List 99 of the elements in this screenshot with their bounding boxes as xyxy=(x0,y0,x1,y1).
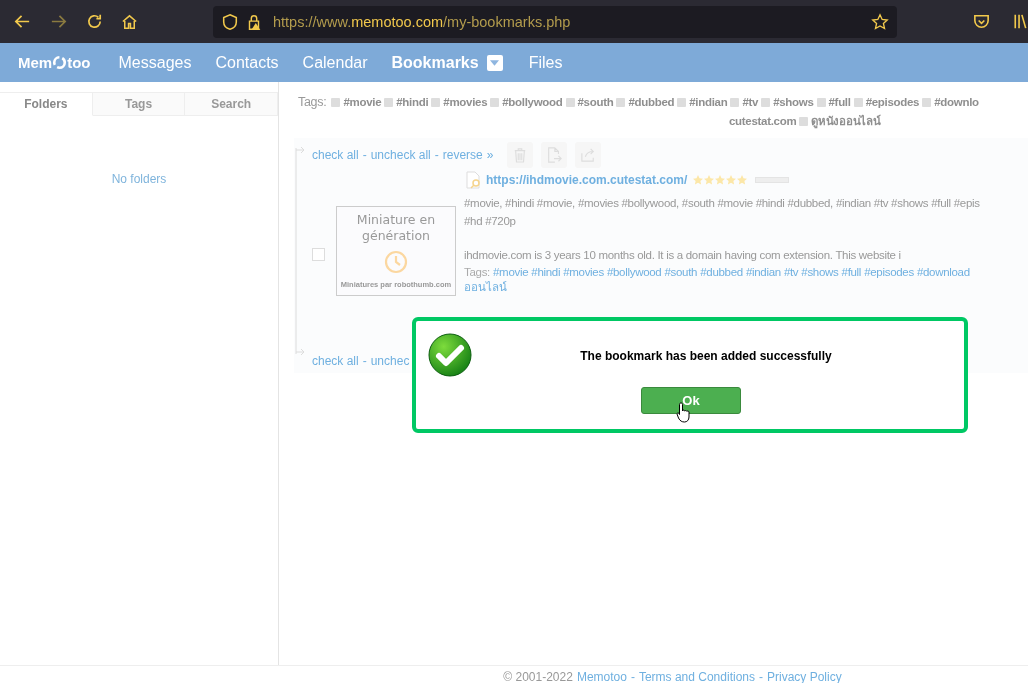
share-icon[interactable] xyxy=(580,148,597,162)
remove-tag-icon[interactable] xyxy=(565,97,575,107)
ok-button[interactable]: Ok xyxy=(641,387,741,414)
tag-link[interactable]: ออนไลน์ xyxy=(464,278,1028,296)
tag-link[interactable]: #movies xyxy=(443,96,488,108)
nav-tab[interactable]: Bookmarks xyxy=(391,53,479,72)
address-bar[interactable]: https://www.memotoo.com/my-bookmarks.php xyxy=(213,6,897,38)
pocket-icon[interactable] xyxy=(972,12,991,31)
tag-link[interactable]: #full xyxy=(841,266,862,278)
selection-link[interactable]: check all xyxy=(312,354,359,368)
checkbox[interactable] xyxy=(312,248,325,261)
separator-text: - xyxy=(434,148,439,162)
success-check-icon xyxy=(428,333,472,377)
remove-tag-icon[interactable] xyxy=(384,97,394,107)
clock-icon xyxy=(384,250,408,274)
tag-link[interactable]: #south xyxy=(577,96,614,108)
tag-link[interactable]: #episodes xyxy=(865,96,920,108)
selection-link[interactable]: reverse xyxy=(442,148,483,162)
tag-link[interactable]: #shows xyxy=(801,266,839,278)
nav-tab[interactable]: Messages xyxy=(118,53,192,72)
tag-link[interactable]: cutestat.com xyxy=(729,115,797,127)
rating-star-icon[interactable] xyxy=(704,175,715,185)
star-rating[interactable] xyxy=(693,175,748,185)
nav-tab[interactable]: Calendar xyxy=(302,53,368,72)
selection-link[interactable]: uncheck all xyxy=(370,148,431,162)
rating-star-icon[interactable] xyxy=(693,175,704,185)
tag-link[interactable]: #movie xyxy=(343,96,382,108)
logo[interactable]: Mem too xyxy=(18,54,91,71)
remove-tag-icon[interactable] xyxy=(922,97,932,107)
rating-star-icon[interactable] xyxy=(715,175,726,185)
tag-link[interactable]: #download xyxy=(916,266,970,278)
remove-tag-icon[interactable] xyxy=(331,97,341,107)
home-icon[interactable] xyxy=(120,12,139,31)
thumbnail-title: Miniature en génération xyxy=(355,212,437,244)
rating-star-icon[interactable] xyxy=(726,175,737,185)
tag-link[interactable]: #movie xyxy=(493,266,529,278)
remove-tag-icon[interactable] xyxy=(490,97,500,107)
separator-text: - xyxy=(759,670,763,683)
library-icon[interactable] xyxy=(1013,12,1027,31)
tag-link[interactable]: #tv xyxy=(783,266,799,278)
file-arrow-icon[interactable] xyxy=(546,147,563,163)
nav-tab[interactable]: Files xyxy=(528,53,563,72)
page-icon xyxy=(464,171,482,189)
tag-link[interactable]: #hindi xyxy=(531,266,561,278)
reload-icon[interactable] xyxy=(85,12,104,31)
trash-icon[interactable] xyxy=(513,147,528,163)
remove-tag-icon[interactable] xyxy=(616,97,626,107)
caret-icon[interactable] xyxy=(490,59,500,66)
tag-link[interactable]: #movies xyxy=(563,266,604,278)
tag-link[interactable]: #bollywood xyxy=(502,96,563,108)
tag-link[interactable]: #tv xyxy=(742,96,759,108)
tag-link[interactable]: #downlo xyxy=(934,96,979,108)
selection-link[interactable]: check all xyxy=(312,148,359,162)
tag-link[interactable]: #episodes xyxy=(864,266,914,278)
empty-message: No folders xyxy=(110,172,168,186)
selection-link[interactable]: unchec xyxy=(370,354,410,368)
bookmark-link[interactable]: https://ihdmovie.com.cutestat.com/ xyxy=(486,173,688,187)
popularity-meter xyxy=(755,177,790,183)
tag-link[interactable]: #indian xyxy=(745,266,781,278)
footer-link[interactable]: Terms and Conditions xyxy=(638,670,755,683)
tag-link[interactable]: ดูหนังออนไลน์ xyxy=(811,112,881,130)
url-text: https://www.memotoo.com/my-bookmarks.php xyxy=(273,14,571,30)
move-button[interactable] xyxy=(541,142,568,168)
nav-tab[interactable]: Contacts xyxy=(215,53,279,72)
tag-link[interactable]: #indian xyxy=(689,96,728,108)
tag-link[interactable]: #shows xyxy=(773,96,814,108)
remove-tag-icon[interactable] xyxy=(730,97,740,107)
remove-tag-icon[interactable] xyxy=(431,97,441,107)
shield-icon[interactable] xyxy=(221,13,239,31)
separator-text: - xyxy=(362,148,367,162)
dropdown-button[interactable] xyxy=(486,54,503,71)
dialog-message: The bookmark has been added successfully xyxy=(579,349,833,363)
description-text: #movie, #hindi #movie, #movies #bollywood, #south #movie #hindi #dubbed, #indian #tv #shows #full #epis xyxy=(464,196,981,211)
tag-link[interactable]: #south xyxy=(664,266,698,278)
description-text: #hd #720p xyxy=(464,214,517,229)
remove-tag-icon[interactable] xyxy=(677,97,687,107)
separator-text: - xyxy=(362,354,367,368)
footer-link[interactable]: Privacy Policy xyxy=(767,670,842,683)
separator-text: - xyxy=(630,670,635,683)
remove-tag-icon[interactable] xyxy=(853,97,863,107)
share-button[interactable] xyxy=(575,142,602,168)
sidebar-tab[interactable]: Tags xyxy=(92,92,186,116)
sidebar-tab[interactable]: Folders xyxy=(0,92,93,116)
remove-tag-icon[interactable] xyxy=(761,97,771,107)
tags-label: Tags: xyxy=(298,95,327,109)
more-link[interactable]: » xyxy=(486,148,494,162)
copyright-text: © 2001-2022 xyxy=(503,670,573,683)
tags-label: Tags: xyxy=(464,266,490,278)
tag-link[interactable]: #full xyxy=(828,96,851,108)
rating-star-icon[interactable] xyxy=(737,175,748,185)
footer-link[interactable]: Memotoo xyxy=(576,670,627,683)
tag-link[interactable]: #bollywood xyxy=(606,266,662,278)
star-icon[interactable] xyxy=(871,13,889,31)
sidebar-tab[interactable]: Search xyxy=(185,92,278,116)
tag-link[interactable]: #dubbed xyxy=(700,266,743,278)
tag-link[interactable]: #dubbed xyxy=(628,96,675,108)
delete-button[interactable] xyxy=(507,142,534,168)
tag-link[interactable]: #hindi xyxy=(396,96,429,108)
summary-text: ihdmovie.com is 3 years 10 months old. It is a domain having com extension. This website i xyxy=(464,248,902,263)
